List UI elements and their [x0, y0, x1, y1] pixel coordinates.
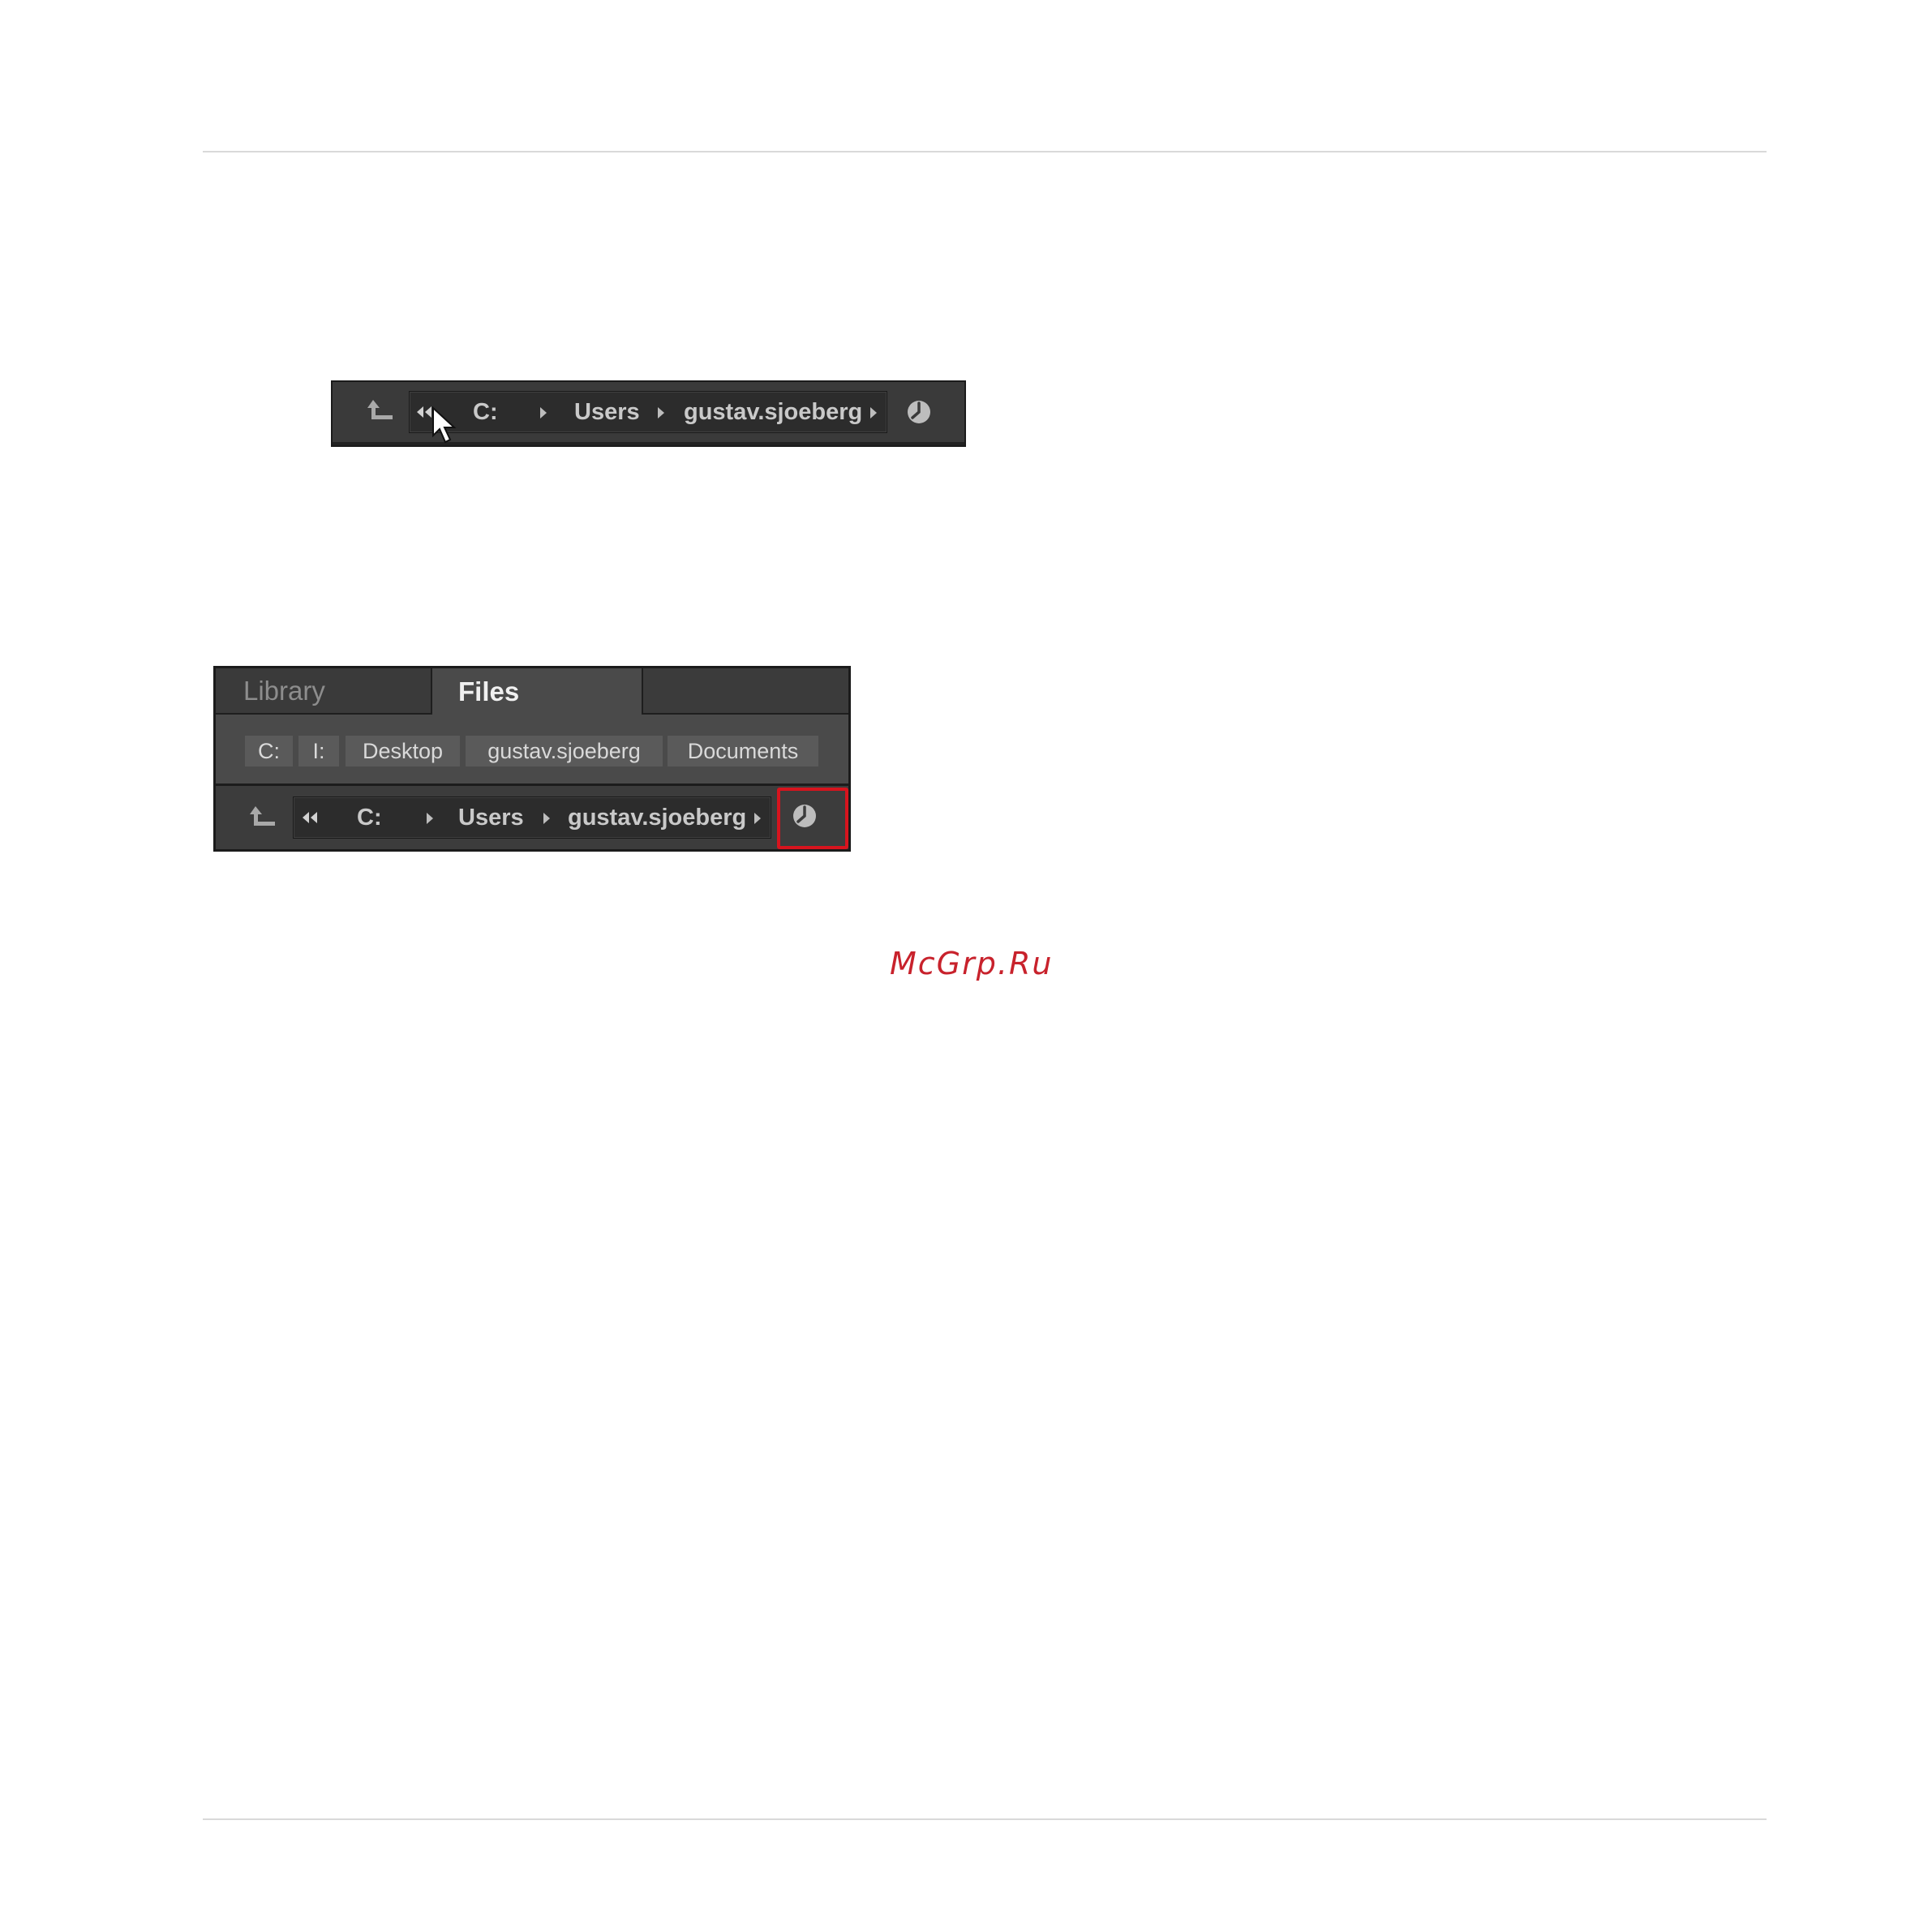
path-segment-drive[interactable]: C: [357, 805, 382, 831]
footer-rule [203, 1818, 1767, 1820]
path-segment-drive[interactable]: C: [473, 399, 498, 426]
quick-location-desktop[interactable]: Desktop [346, 736, 460, 766]
quick-location-user[interactable]: gustav.sjoeberg [466, 736, 663, 766]
quick-location-documents[interactable]: Documents [668, 736, 818, 766]
chevron-right-icon[interactable] [539, 406, 547, 419]
chevron-right-icon[interactable] [753, 812, 762, 825]
tab-library[interactable]: Library [216, 668, 432, 713]
quick-locations-bar: C: I: Desktop gustav.sjoeberg Documents [216, 715, 848, 786]
browser-tabs: Library Files [216, 668, 848, 715]
path-field[interactable]: C: Users gustav.sjoeberg [293, 796, 771, 839]
up-arrow-icon[interactable] [249, 805, 277, 829]
path-segment-users[interactable]: Users [458, 805, 524, 831]
tab-files[interactable]: Files [432, 668, 643, 715]
chevron-right-icon[interactable] [426, 812, 434, 825]
path-segment-user[interactable]: gustav.sjoeberg [684, 399, 862, 426]
back-double-arrow-icon[interactable] [302, 810, 320, 825]
chevron-right-icon[interactable] [657, 406, 665, 419]
header-rule [203, 151, 1767, 152]
up-arrow-icon[interactable] [367, 398, 394, 423]
browser-panel-screenshot: Library Files C: I: Desktop gustav.sjoeb… [213, 666, 851, 852]
path-segment-user[interactable]: gustav.sjoeberg [568, 805, 746, 831]
clock-icon[interactable] [906, 399, 932, 425]
path-segment-users[interactable]: Users [574, 399, 640, 426]
quick-location-i[interactable]: I: [298, 736, 339, 766]
quick-location-c[interactable]: C: [245, 736, 293, 766]
chevron-right-icon[interactable] [543, 812, 551, 825]
path-field[interactable]: C: Users gustav.sjoeberg [409, 391, 887, 433]
mouse-pointer-icon [432, 406, 457, 444]
path-bar-screenshot: C: Users gustav.sjoeberg [331, 380, 966, 447]
chevron-right-icon[interactable] [869, 406, 878, 419]
path-bar: C: Users gustav.sjoeberg [216, 786, 848, 849]
recent-locations-highlight [777, 788, 848, 849]
watermark: McGrp.Ru [890, 946, 1054, 981]
